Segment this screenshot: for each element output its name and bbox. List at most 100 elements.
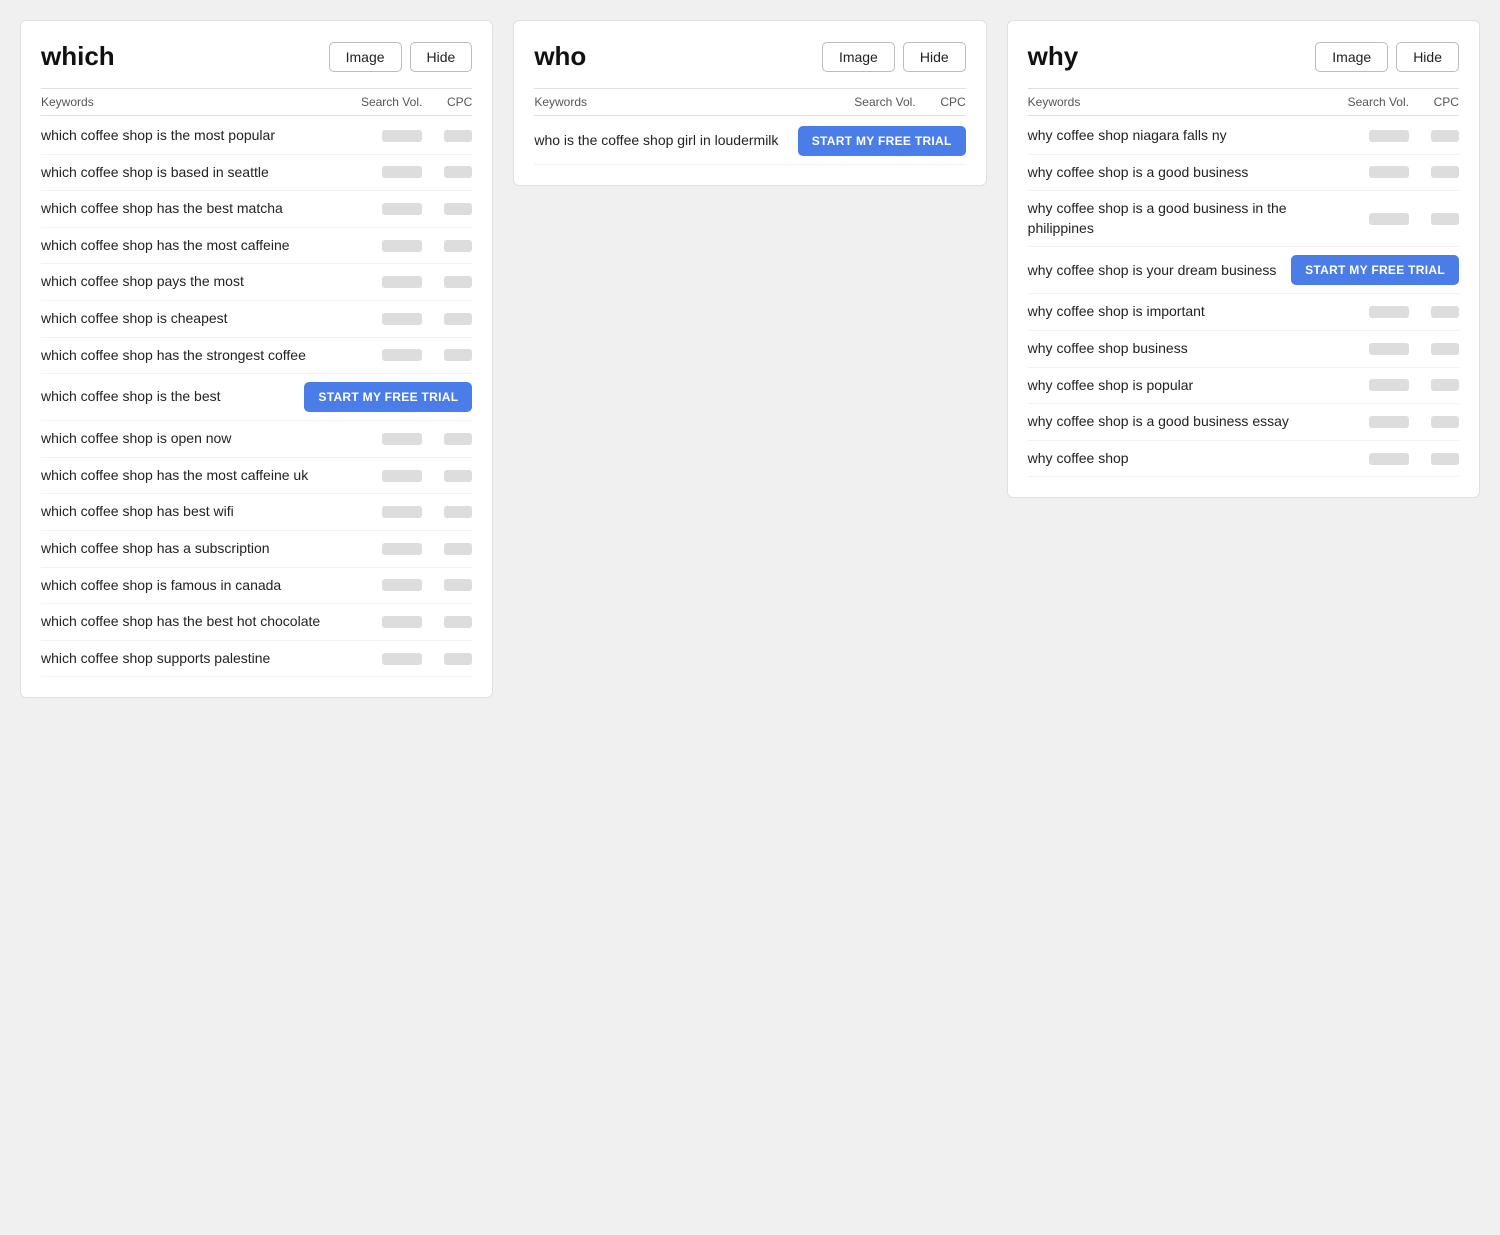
table-row: which coffee shop supports palestine bbox=[41, 641, 472, 678]
search-vol-placeholder bbox=[352, 470, 422, 482]
cpc-placeholder bbox=[422, 506, 472, 518]
keyword-text: why coffee shop is your dream business bbox=[1028, 261, 1291, 281]
search-vol-placeholder bbox=[1339, 306, 1409, 318]
who-title: who bbox=[534, 41, 586, 72]
keyword-text: why coffee shop is a good business bbox=[1028, 163, 1339, 183]
why-trial-button[interactable]: START MY FREE TRIAL bbox=[1291, 255, 1459, 285]
search-vol-placeholder bbox=[1339, 213, 1409, 225]
who-hide-button[interactable]: Hide bbox=[903, 42, 966, 72]
card-who: whoImageHideKeywordsSearch Vol.CPCwho is… bbox=[513, 20, 986, 186]
cpc-placeholder bbox=[422, 653, 472, 665]
cpc-placeholder bbox=[422, 203, 472, 215]
keyword-text: which coffee shop supports palestine bbox=[41, 649, 352, 669]
cpc-placeholder bbox=[1409, 166, 1459, 178]
cpc-placeholder bbox=[422, 616, 472, 628]
table-row: which coffee shop is the most popular bbox=[41, 118, 472, 155]
why-title: why bbox=[1028, 41, 1079, 72]
which-title: which bbox=[41, 41, 115, 72]
search-vol-placeholder bbox=[352, 506, 422, 518]
search-vol-placeholder bbox=[352, 433, 422, 445]
table-row: why coffee shop is a good business in th… bbox=[1028, 191, 1459, 247]
cpc-placeholder bbox=[422, 579, 472, 591]
col-header-search-vol: Search Vol. bbox=[352, 95, 422, 109]
search-vol-placeholder bbox=[1339, 379, 1409, 391]
table-row: which coffee shop pays the most bbox=[41, 264, 472, 301]
keyword-text: why coffee shop is a good business in th… bbox=[1028, 199, 1339, 238]
table-row: which coffee shop is open now bbox=[41, 421, 472, 458]
which-hide-button[interactable]: Hide bbox=[410, 42, 473, 72]
search-vol-placeholder bbox=[1339, 130, 1409, 142]
table-row: why coffee shop is a good business essay bbox=[1028, 404, 1459, 441]
table-row: which coffee shop is based in seattle bbox=[41, 155, 472, 192]
table-row: which coffee shop is cheapest bbox=[41, 301, 472, 338]
keyword-text: which coffee shop is cheapest bbox=[41, 309, 352, 329]
search-vol-placeholder bbox=[352, 166, 422, 178]
why-table-header: KeywordsSearch Vol.CPC bbox=[1028, 88, 1459, 116]
keyword-text: which coffee shop is the best bbox=[41, 387, 304, 407]
search-vol-placeholder bbox=[352, 240, 422, 252]
cpc-placeholder bbox=[1409, 130, 1459, 142]
col-header-search-vol: Search Vol. bbox=[1339, 95, 1409, 109]
table-row: which coffee shop has a subscription bbox=[41, 531, 472, 568]
table-row: why coffee shop is a good business bbox=[1028, 155, 1459, 192]
table-row: which coffee shop has the most caffeine bbox=[41, 228, 472, 265]
cpc-placeholder bbox=[1409, 379, 1459, 391]
keyword-text: which coffee shop is famous in canada bbox=[41, 576, 352, 596]
table-row: which coffee shop has the most caffeine … bbox=[41, 458, 472, 495]
keyword-text: which coffee shop has the best hot choco… bbox=[41, 612, 352, 632]
table-row: why coffee shop is popular bbox=[1028, 368, 1459, 405]
card-which: which Image Hide KeywordsSearch Vol.CPC whic… bbox=[20, 20, 493, 698]
which-header-buttons: Image Hide bbox=[329, 42, 473, 72]
keyword-text: why coffee shop niagara falls ny bbox=[1028, 126, 1339, 146]
search-vol-placeholder bbox=[352, 579, 422, 591]
which-trial-button[interactable]: START MY FREE TRIAL bbox=[304, 382, 472, 412]
which-image-button[interactable]: Image bbox=[329, 42, 402, 72]
why-hide-button[interactable]: Hide bbox=[1396, 42, 1459, 72]
search-vol-placeholder bbox=[352, 313, 422, 325]
keyword-text: which coffee shop has a subscription bbox=[41, 539, 352, 559]
search-vol-placeholder bbox=[352, 203, 422, 215]
table-row: why coffee shop niagara falls ny bbox=[1028, 118, 1459, 155]
cpc-placeholder bbox=[1409, 213, 1459, 225]
who-table-header: KeywordsSearch Vol.CPC bbox=[534, 88, 965, 116]
why-header: why Image Hide bbox=[1028, 41, 1459, 72]
keyword-text: which coffee shop is open now bbox=[41, 429, 352, 449]
col-header-keywords: Keywords bbox=[534, 95, 845, 109]
keyword-text: which coffee shop is based in seattle bbox=[41, 163, 352, 183]
keyword-text: which coffee shop has the most caffeine … bbox=[41, 466, 352, 486]
table-row: which coffee shop has the best matcha bbox=[41, 191, 472, 228]
cpc-placeholder bbox=[422, 349, 472, 361]
why-header-buttons: Image Hide bbox=[1315, 42, 1459, 72]
search-vol-placeholder bbox=[352, 543, 422, 555]
col-header-keywords: Keywords bbox=[41, 95, 352, 109]
table-row: why coffee shop is important bbox=[1028, 294, 1459, 331]
search-vol-placeholder bbox=[352, 616, 422, 628]
table-row: which coffee shop is famous in canada bbox=[41, 568, 472, 605]
keyword-text: which coffee shop pays the most bbox=[41, 272, 352, 292]
cpc-placeholder bbox=[422, 470, 472, 482]
cpc-placeholder bbox=[422, 433, 472, 445]
keyword-text: why coffee shop is popular bbox=[1028, 376, 1339, 396]
who-header: who Image Hide bbox=[534, 41, 965, 72]
why-image-button[interactable]: Image bbox=[1315, 42, 1388, 72]
search-vol-placeholder bbox=[1339, 453, 1409, 465]
keyword-text: why coffee shop bbox=[1028, 449, 1339, 469]
who-image-button[interactable]: Image bbox=[822, 42, 895, 72]
search-vol-placeholder bbox=[352, 130, 422, 142]
keyword-text: why coffee shop is a good business essay bbox=[1028, 412, 1339, 432]
cpc-placeholder bbox=[422, 543, 472, 555]
who-header-buttons: Image Hide bbox=[822, 42, 966, 72]
col-header-cpc: CPC bbox=[422, 95, 472, 109]
table-row: which coffee shop has best wifi bbox=[41, 494, 472, 531]
cpc-placeholder bbox=[422, 130, 472, 142]
table-row: which coffee shop is the bestSTART MY FR… bbox=[41, 374, 472, 421]
which-header: which Image Hide bbox=[41, 41, 472, 72]
cpc-placeholder bbox=[422, 240, 472, 252]
cpc-placeholder bbox=[1409, 343, 1459, 355]
card-why: why Image Hide KeywordsSearch Vol.CPC why co… bbox=[1007, 20, 1480, 498]
table-row: why coffee shop is your dream businessST… bbox=[1028, 247, 1459, 294]
col-header-cpc: CPC bbox=[916, 95, 966, 109]
search-vol-placeholder bbox=[352, 276, 422, 288]
col-header-cpc: CPC bbox=[1409, 95, 1459, 109]
who-trial-button[interactable]: START MY FREE TRIAL bbox=[798, 126, 966, 156]
